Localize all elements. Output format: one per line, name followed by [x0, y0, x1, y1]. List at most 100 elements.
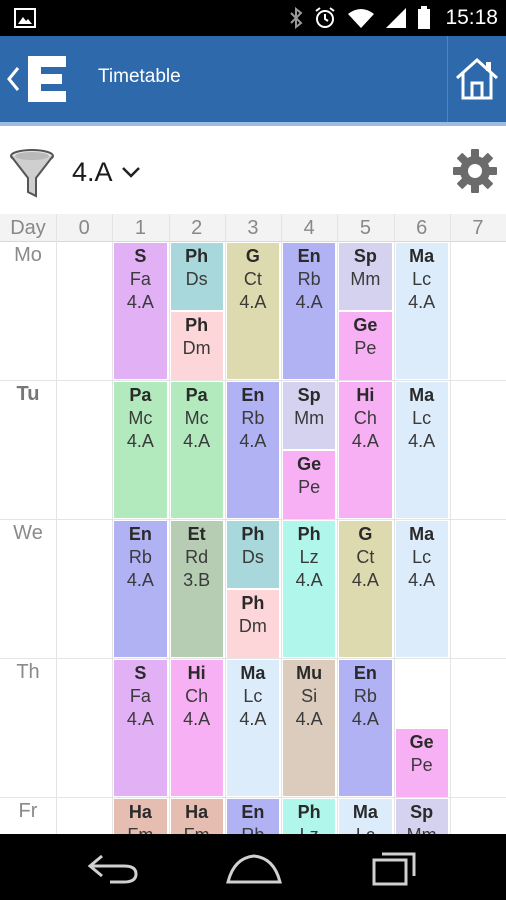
lesson-class: 4.A — [408, 431, 436, 451]
lesson-card[interactable]: Sp Mm — [339, 243, 392, 310]
lesson-teacher: Ch — [353, 408, 377, 428]
day-label-tu: Tu — [16, 383, 40, 405]
lesson-teacher: Rb — [353, 686, 377, 706]
home-button[interactable] — [448, 36, 506, 122]
lesson-teacher: Rd — [185, 547, 209, 567]
bluetooth-icon — [290, 7, 303, 29]
period-header-7: 7 — [472, 217, 484, 239]
lesson-card[interactable]: Sp Mm — [395, 799, 448, 834]
lesson-subject: S — [134, 246, 147, 266]
lesson-class: 3.B — [183, 570, 211, 590]
lesson-card[interactable]: Mu Si 4.A — [283, 660, 336, 796]
status-icons: 15:18 — [289, 0, 498, 36]
lesson-card[interactable]: Pa Mc 4.A — [114, 382, 167, 518]
lesson-card[interactable]: Sp Mm — [283, 382, 336, 449]
lesson-subject: Sp — [297, 385, 321, 405]
lesson-class: 4.A — [126, 570, 154, 590]
lesson-teacher: Fm — [114, 824, 166, 834]
lesson-card[interactable]: Et Rd 3.B — [170, 521, 223, 657]
lesson-subject: Et — [187, 524, 206, 544]
lesson-subject: Ma — [409, 246, 435, 266]
lesson-class: 4.A — [351, 709, 379, 729]
back-button[interactable] — [0, 36, 80, 122]
nav-back-icon — [87, 854, 138, 884]
grid-column-line — [449, 214, 451, 834]
lesson-teacher: Pe — [410, 755, 433, 775]
lesson-card[interactable]: Ge Pe — [339, 312, 392, 380]
lesson-card[interactable]: EnRb4.A — [339, 660, 392, 796]
lesson-card[interactable]: HaFm4.A — [170, 799, 223, 834]
signal-icon — [386, 8, 407, 28]
period-header-row: Day 0 1 2 3 4 5 6 7 — [0, 214, 506, 242]
lesson-card[interactable]: G Ct 4.A — [339, 521, 392, 657]
day-label-th: Th — [16, 661, 40, 683]
lesson-teacher: Ds — [241, 547, 264, 567]
lesson-card[interactable]: Ma Lc 4.A — [395, 243, 448, 379]
class-dropdown[interactable]: 4.A — [72, 152, 141, 192]
lesson-card[interactable]: HaFm4.A — [114, 799, 167, 834]
lesson-teacher: Mc — [128, 408, 153, 428]
lesson-class: 4.A — [295, 709, 323, 729]
battery-icon — [418, 6, 431, 29]
lesson-teacher: Lc — [412, 408, 432, 428]
lesson-teacher: Lc — [412, 547, 432, 567]
chevron-down-icon — [121, 167, 140, 178]
lesson-subject: Ph — [297, 802, 321, 822]
lesson-teacher: Mm — [350, 269, 381, 289]
lesson-subject: Ma — [409, 385, 435, 405]
status-bar: 15:18 — [0, 0, 506, 36]
lesson-card[interactable]: S Fa 4.A — [114, 660, 167, 796]
lesson-card[interactable]: S Fa 4.A — [114, 243, 167, 379]
nav-home-button[interactable] — [224, 848, 284, 888]
nav-recents-button[interactable] — [364, 848, 424, 888]
lesson-card[interactable]: Ge Pe — [395, 729, 448, 797]
filter-button[interactable] — [8, 148, 56, 198]
lesson-teacher: Lz — [299, 547, 319, 567]
nav-back-button[interactable] — [84, 848, 144, 888]
lesson-subject: En — [297, 246, 321, 266]
lesson-card[interactable]: Pa Mc 4.A — [170, 382, 223, 518]
lesson-teacher: Mm — [396, 824, 448, 834]
lesson-card[interactable]: MaLc4.A — [226, 660, 279, 796]
appbar-shadow — [0, 122, 506, 126]
lesson-teacher: Lc — [412, 269, 432, 289]
lesson-teacher: Fa — [129, 269, 151, 289]
lesson-subject: Ge — [353, 315, 378, 335]
lesson-teacher: Rb — [128, 547, 152, 567]
lesson-card[interactable]: Ge Pe — [283, 451, 336, 519]
lesson-card[interactable]: Hi Ch 4.A — [170, 660, 223, 796]
status-clock: 15:18 — [445, 6, 498, 29]
lesson-card[interactable]: Ma Lc 4.A — [395, 382, 448, 518]
lesson-card[interactable]: Ph Dm — [226, 590, 279, 658]
lesson-card[interactable]: EnRb4.A — [226, 799, 279, 834]
lesson-card[interactable]: MaLc4.A — [395, 521, 448, 657]
lesson-card[interactable]: G Ct 4.A — [226, 243, 279, 379]
lesson-card[interactable]: EnRb4.A — [226, 382, 279, 518]
timetable-screen: 15:18 Timetable 4.A Day 0 1 2 3 4 5 6 7 … — [0, 0, 506, 900]
alarm-icon — [315, 7, 336, 28]
lesson-subject: Ge — [297, 454, 322, 474]
lesson-subject: Ph — [241, 593, 265, 613]
grid-row-line — [0, 380, 506, 381]
lesson-subject: Ma — [240, 663, 266, 683]
lesson-card[interactable]: PhLz4.A — [283, 521, 336, 657]
lesson-subject: Ge — [409, 732, 434, 752]
lesson-class: 4.A — [126, 709, 154, 729]
day-label-mo: Mo — [14, 244, 42, 266]
lesson-card[interactable]: MaLc4.A — [339, 799, 392, 834]
period-header-3: 3 — [247, 217, 259, 239]
settings-button[interactable] — [452, 148, 498, 194]
lesson-card[interactable]: EnRb4.A — [114, 521, 167, 657]
lesson-card[interactable]: Hi Ch 4.A — [339, 382, 392, 518]
lesson-subject: En — [241, 802, 265, 822]
lesson-card[interactable]: PhLz4.A — [283, 799, 336, 834]
lesson-card[interactable]: EnRb4.A — [283, 243, 336, 379]
lesson-subject: Sp — [410, 802, 434, 822]
lesson-class: 4.A — [239, 709, 267, 729]
lesson-card[interactable]: Ph Ds — [226, 521, 279, 588]
lesson-class: 4.A — [408, 292, 436, 312]
lesson-teacher: Ct — [243, 269, 262, 289]
lesson-card[interactable]: Ph Ds — [170, 243, 223, 310]
lesson-card[interactable]: Ph Dm — [170, 312, 223, 380]
lesson-class: 4.A — [351, 570, 379, 590]
